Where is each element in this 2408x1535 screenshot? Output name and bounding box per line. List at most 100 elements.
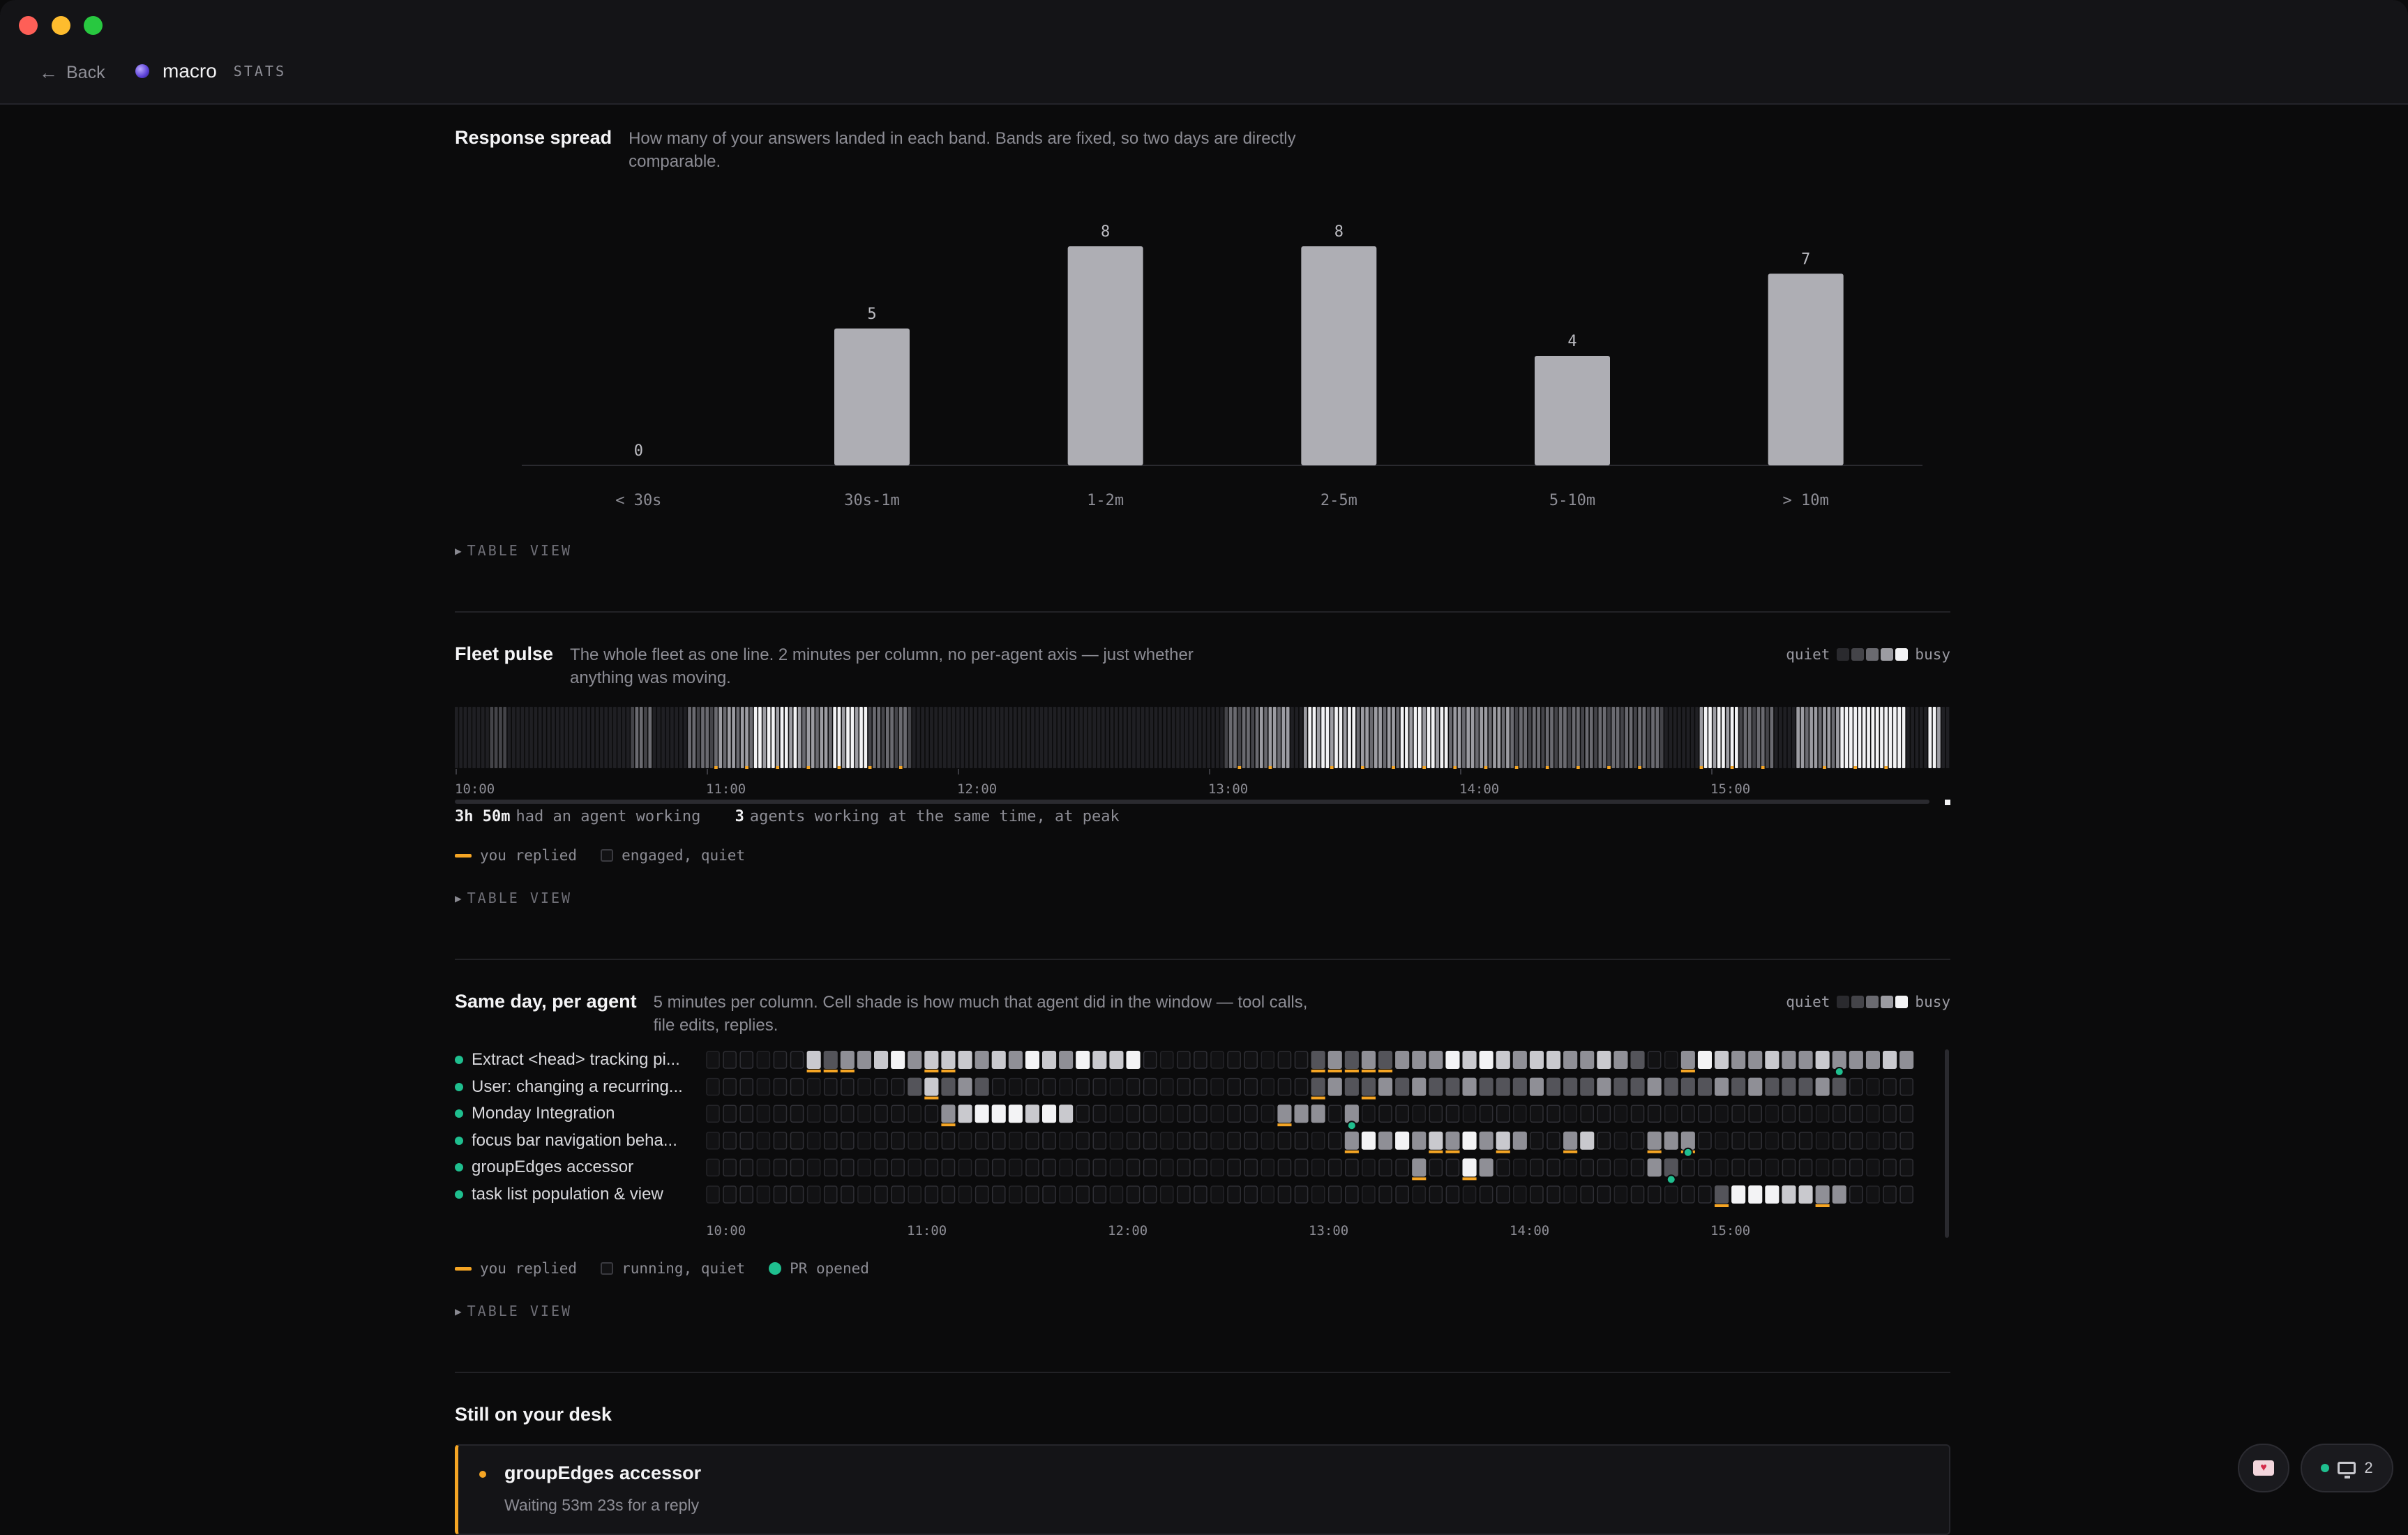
pulse-column (1057, 707, 1061, 768)
pulse-column (1690, 707, 1694, 768)
agent-cell-empty (941, 1185, 956, 1204)
pulse-column (551, 707, 555, 768)
per-agent-table-view-toggle[interactable]: ▶ TABLE VIEW (455, 1303, 572, 1319)
agent-cell-empty (924, 1158, 939, 1177)
fleet-legend: you replied engaged, quiet (455, 847, 760, 864)
agent-cell-empty (1815, 1105, 1830, 1123)
time-tick-label: 11:00 (706, 781, 746, 797)
agent-cell-empty (1748, 1158, 1763, 1177)
pulse-column (529, 707, 533, 768)
agent-cell (1630, 1077, 1645, 1096)
replied-marker (898, 766, 903, 769)
agent-cell-empty (739, 1132, 754, 1150)
agent-cell (1664, 1131, 1678, 1150)
pulse-column (942, 707, 947, 768)
pulse-column (1629, 707, 1633, 768)
desk-card[interactable]: groupEdges accessor Waiting 53m 23s for … (455, 1444, 1950, 1535)
desk-card-subtitle: Waiting 53m 23s for a reply (504, 1496, 700, 1514)
pulse-column (1678, 707, 1681, 768)
pulse-column (1145, 707, 1149, 768)
pulse-column (1132, 707, 1136, 768)
agent-cell-empty (1899, 1185, 1913, 1204)
agent-cell (1782, 1051, 1796, 1069)
agent-cell-empty (706, 1185, 720, 1204)
pulse-column (1906, 707, 1910, 768)
agent-cell-empty (857, 1132, 871, 1150)
agent-cell-empty (706, 1051, 720, 1069)
agent-cell (1395, 1077, 1410, 1096)
pulse-column (877, 707, 881, 768)
pulse-column (921, 707, 925, 768)
pulse-column (1739, 707, 1743, 768)
close-window-button[interactable] (19, 16, 38, 35)
agent-cell (1715, 1185, 1729, 1204)
agent-cell-empty (1899, 1077, 1913, 1096)
minimize-window-button[interactable] (52, 16, 70, 35)
pulse-column (1066, 707, 1070, 768)
pulse-column (1545, 707, 1549, 768)
pulse-column (595, 707, 599, 768)
pulse-column (723, 707, 727, 768)
pulse-column (679, 707, 683, 768)
feedback-button[interactable]: ♥ (2238, 1444, 2289, 1492)
pulse-column (1075, 707, 1078, 768)
agent-cell (1865, 1051, 1880, 1069)
sessions-button[interactable]: 2 (2301, 1444, 2393, 1492)
zoom-window-button[interactable] (84, 16, 103, 35)
agent-cell (1462, 1077, 1477, 1096)
agent-cell-empty (739, 1158, 754, 1177)
pulse-column (587, 707, 590, 768)
agent-cell-empty (891, 1158, 905, 1177)
agent-cell-empty (857, 1077, 871, 1096)
agent-cell-empty (1345, 1158, 1359, 1177)
pulse-column (1259, 707, 1263, 768)
replied-marker (1761, 766, 1765, 769)
fleet-table-view-toggle[interactable]: ▶ TABLE VIEW (455, 890, 572, 906)
agent-cell-empty (806, 1077, 821, 1096)
bar-value-label: 5 (867, 306, 876, 323)
agent-cell (857, 1051, 871, 1069)
quiet-cell-icon (601, 1262, 614, 1275)
pulse-column (1436, 707, 1439, 768)
pulse-column (600, 707, 603, 768)
agent-cell-empty (1059, 1132, 1073, 1150)
response-spread-table-view-toggle[interactable]: ▶ TABLE VIEW (455, 542, 572, 559)
agent-cell-empty (1177, 1077, 1191, 1096)
pulse-column (639, 707, 643, 768)
agent-cell (1327, 1077, 1342, 1096)
agent-cell (1815, 1185, 1830, 1204)
agent-cell-empty (1025, 1158, 1039, 1177)
stats-content: Response spread How many of your answers… (455, 105, 1950, 1535)
pulse-column (490, 707, 494, 768)
agent-cell (1344, 1131, 1359, 1150)
replied-marker (1268, 766, 1272, 769)
agent-cell (1798, 1077, 1813, 1096)
agent-cell-empty (1194, 1185, 1207, 1204)
pulse-column (833, 707, 837, 768)
replied-marker (1237, 766, 1242, 769)
pulse-column (1440, 707, 1444, 768)
heart-icon: ♥ (2253, 1460, 2274, 1476)
agent-cell (1664, 1077, 1678, 1096)
pulse-column (745, 707, 748, 768)
agent-cell-empty (1866, 1158, 1880, 1177)
back-button[interactable]: ← Back (39, 59, 105, 87)
desk-title: Still on your desk (455, 1404, 612, 1425)
pulse-column (1528, 707, 1532, 768)
pulse-column (1035, 707, 1039, 768)
pulse-column (1453, 707, 1457, 768)
pulse-column (472, 707, 476, 768)
status-dot-icon (2321, 1464, 2330, 1472)
pulse-column (969, 707, 973, 768)
agent-cell-empty (1177, 1051, 1191, 1069)
replied-marker (745, 766, 748, 769)
pulse-column (1787, 707, 1791, 768)
sessions-count: 2 (2364, 1459, 2373, 1476)
agent-cell-empty (1647, 1105, 1662, 1123)
pulse-column (1299, 707, 1303, 768)
agent-cell-empty (723, 1185, 737, 1204)
agent-cell (924, 1077, 939, 1096)
agent-cell-empty (1647, 1051, 1662, 1069)
pulse-column (758, 707, 762, 768)
pulse-column (1312, 707, 1316, 768)
